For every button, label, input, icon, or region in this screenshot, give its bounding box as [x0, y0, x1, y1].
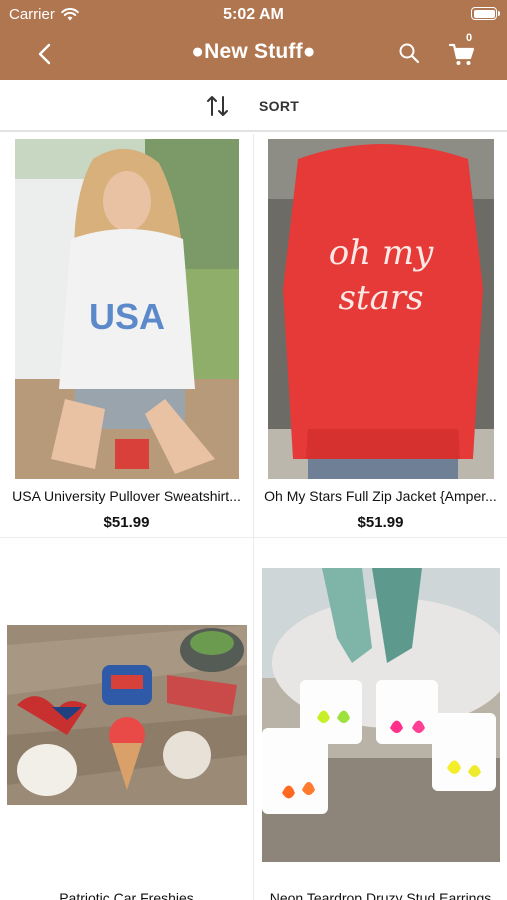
product-card-3[interactable]: Patriotic Car Freshies	[0, 538, 253, 900]
product-card-4[interactable]: Neon Teardrop Druzy Stud Earrings	[254, 538, 507, 900]
sort-arrows-icon[interactable]	[205, 93, 231, 119]
cart-count-badge: 0	[466, 32, 473, 44]
product-card-1[interactable]: USA USA University Pullover Sweatshirt..…	[0, 134, 253, 537]
page-title: ●New Stuff●	[191, 40, 316, 63]
product-image-4[interactable]	[262, 568, 500, 862]
svg-text:oh my: oh my	[329, 233, 434, 273]
app-header: Carrier 5:02 AM ●New Stuff● 0	[0, 0, 507, 80]
nav-bar: ●New Stuff● 0	[0, 30, 507, 80]
product-image-3[interactable]	[7, 625, 247, 805]
product-image-2[interactable]: oh my stars	[268, 139, 494, 479]
product-price-2: $51.99	[357, 514, 404, 531]
product-name-2[interactable]: Oh My Stars Full Zip Jacket {Amper...	[254, 488, 507, 504]
svg-text:USA: USA	[89, 296, 165, 337]
cart-icon[interactable]	[447, 39, 477, 69]
search-icon[interactable]	[397, 41, 421, 65]
product-name-1[interactable]: USA University Pullover Sweatshirt...	[0, 488, 253, 504]
product-name-3[interactable]: Patriotic Car Freshies	[0, 890, 253, 900]
product-name-4[interactable]: Neon Teardrop Druzy Stud Earrings	[254, 890, 507, 900]
status-bar: Carrier 5:02 AM	[0, 0, 507, 30]
sort-label[interactable]: SORT	[259, 98, 299, 114]
status-time: 5:02 AM	[223, 6, 284, 23]
product-card-2[interactable]: oh my stars Oh My Stars Full Zip Jacket …	[254, 134, 507, 537]
sort-bar[interactable]: SORT	[0, 80, 507, 132]
product-grid: USA USA University Pullover Sweatshirt..…	[0, 134, 507, 900]
battery-icon	[471, 7, 500, 20]
svg-text:stars: stars	[338, 278, 423, 318]
product-image-1[interactable]: USA	[15, 139, 239, 479]
product-price-1: $51.99	[103, 514, 150, 531]
